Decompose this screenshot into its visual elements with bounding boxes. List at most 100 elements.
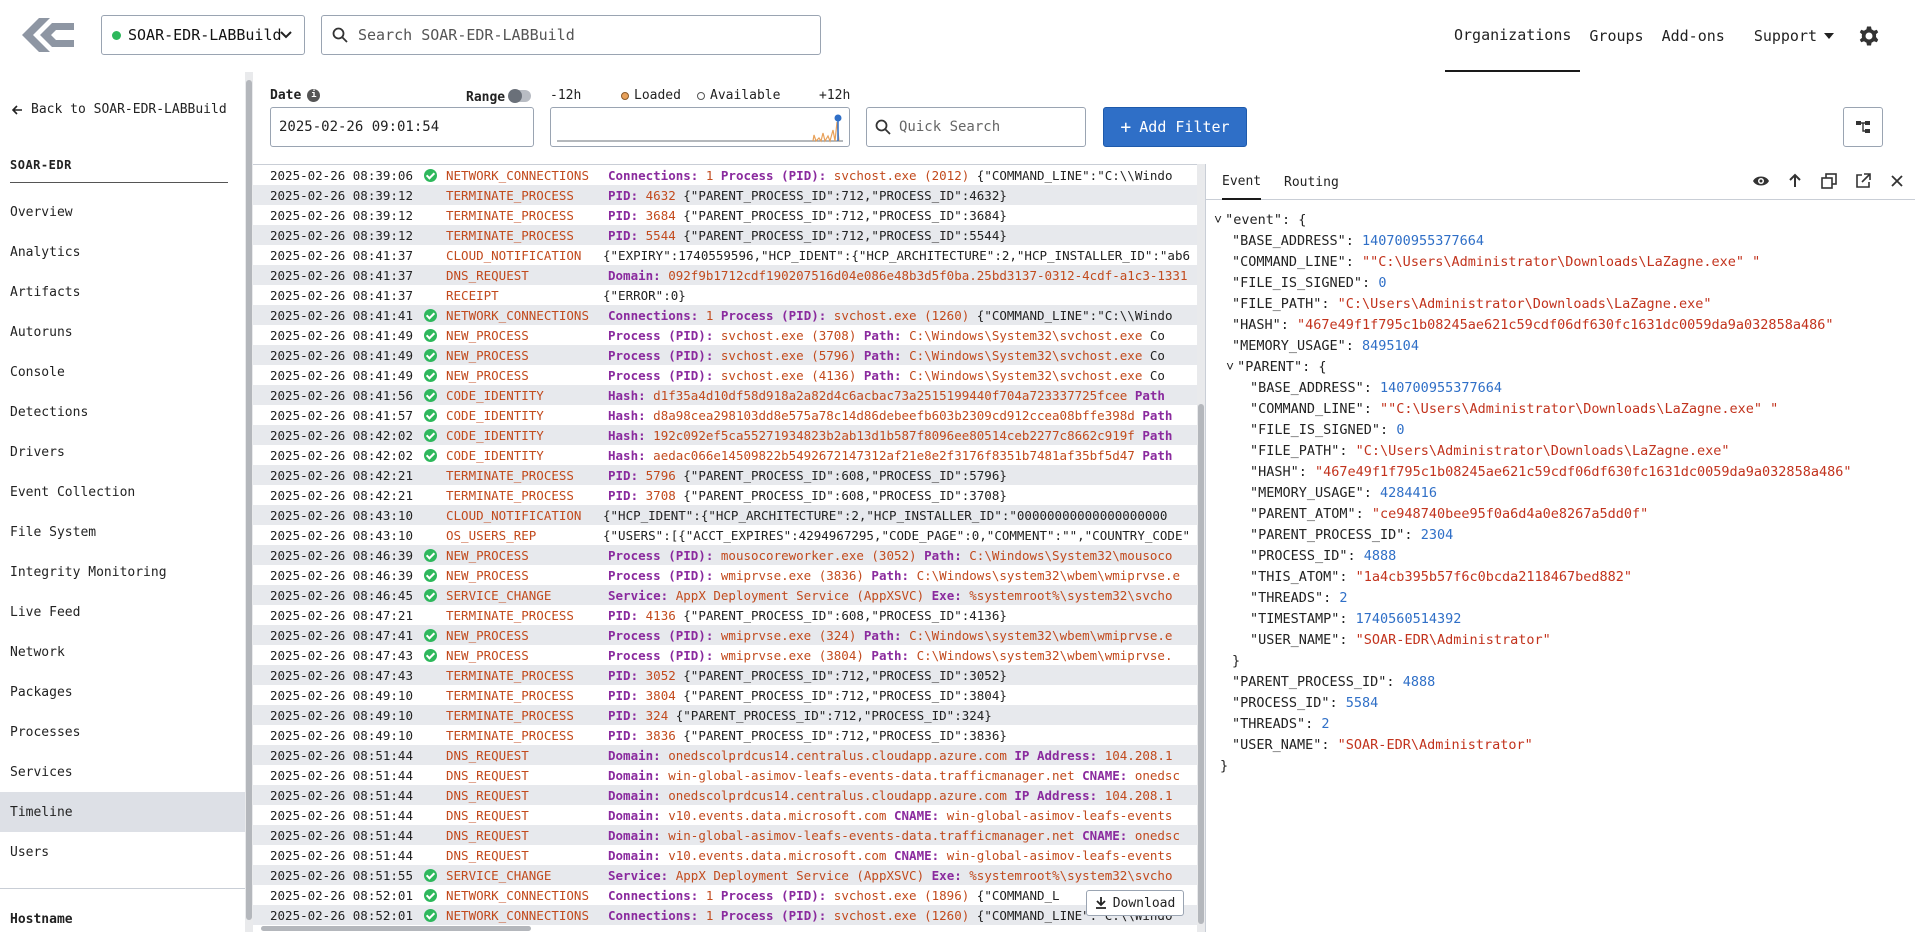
timeline-row[interactable]: 2025-02-26 08:41:37 CLOUD_NOTIFICATION {"E… (253, 245, 1197, 265)
timeline-row[interactable]: 2025-02-26 08:41:37 DNS_REQUEST Domain: 09… (253, 265, 1197, 285)
sidebar-item-services[interactable]: Services (0, 752, 245, 792)
json-key: "FILE_IS_SIGNED": (1232, 275, 1379, 291)
timeline-row[interactable]: 2025-02-26 08:47:41 NEW_PROCESS Process (P… (253, 625, 1197, 645)
scrollbar-thumb[interactable] (1198, 404, 1204, 924)
sidebar-item-users[interactable]: Users (0, 832, 245, 872)
sidebar-item-integrity-monitoring[interactable]: Integrity Monitoring (0, 552, 245, 592)
sidebar-scrollbar[interactable] (245, 72, 253, 932)
timeline-row[interactable]: 2025-02-26 08:41:41 NETWORK_CONNECTIONS Co… (253, 305, 1197, 325)
timeline-row[interactable]: 2025-02-26 08:47:21 TERMINATE_PROCESS PID:… (253, 605, 1197, 625)
timeline-row[interactable]: 2025-02-26 08:39:12 TERMINATE_PROCESS PID:… (253, 225, 1197, 245)
timeline-row[interactable]: 2025-02-26 08:41:56 CODE_IDENTITY Hash: d1… (253, 385, 1197, 405)
json-value: 1740560514392 (1355, 611, 1462, 627)
timeline-row[interactable]: 2025-02-26 08:46:45 SERVICE_CHANGE Service… (253, 585, 1197, 605)
timeline-row[interactable]: 2025-02-26 08:52:01 NETWORK_CONNECTIONS Co… (253, 885, 1197, 905)
nav-groups[interactable]: Groups (1580, 0, 1652, 72)
back-link[interactable]: Back to SOAR-EDR-LABBuild (12, 102, 227, 117)
timeline-row[interactable]: 2025-02-26 08:46:39 NEW_PROCESS Process (P… (253, 545, 1197, 565)
arrow-up-icon[interactable] (1786, 172, 1804, 190)
timeline-row[interactable]: 2025-02-26 08:47:43 NEW_PROCESS Process (P… (253, 645, 1197, 665)
timeline-row[interactable]: 2025-02-26 08:42:02 CODE_IDENTITY Hash: 19… (253, 425, 1197, 445)
row-timestamp: 2025-02-26 08:43:10 (270, 507, 413, 523)
timeline-row[interactable]: 2025-02-26 08:49:10 TERMINATE_PROCESS PID:… (253, 725, 1197, 745)
timeline-row[interactable]: 2025-02-26 08:51:55 SERVICE_CHANGE Service… (253, 865, 1197, 885)
external-link-icon[interactable] (1854, 172, 1872, 190)
scrollbar-thumb[interactable] (261, 926, 531, 931)
process-tree-button[interactable] (1843, 107, 1883, 147)
collapse-toggle-icon[interactable]: ˅ (1214, 212, 1222, 228)
detail-field-value: onedscolprdcus14.centralus.cloudapp.azur… (668, 787, 1007, 803)
timeline-row[interactable]: 2025-02-26 08:41:37 RECEIPT {"ERROR":0} (253, 285, 1197, 305)
nav-support-label: Support (1753, 27, 1818, 45)
eye-icon[interactable] (1752, 172, 1770, 190)
timeline-row[interactable]: 2025-02-26 08:41:49 NEW_PROCESS Process (P… (253, 325, 1197, 345)
event-type: DNS_REQUEST (446, 787, 529, 803)
sidebar-item-drivers[interactable]: Drivers (0, 432, 245, 472)
timeline-row[interactable]: 2025-02-26 08:51:44 DNS_REQUEST Domain: on… (253, 785, 1197, 805)
search-input[interactable] (358, 26, 798, 44)
timeline-row[interactable]: 2025-02-26 08:41:57 CODE_IDENTITY Hash: d8… (253, 405, 1197, 425)
timeline-row[interactable]: 2025-02-26 08:39:12 TERMINATE_PROCESS PID:… (253, 205, 1197, 225)
timeline-row[interactable]: 2025-02-26 08:42:21 TERMINATE_PROCESS PID:… (253, 465, 1197, 485)
collapse-toggle-icon[interactable]: ˅ (1226, 359, 1234, 375)
timeline-row[interactable]: 2025-02-26 08:51:44 DNS_REQUEST Domain: wi… (253, 765, 1197, 785)
gear-icon[interactable] (1857, 24, 1881, 48)
timeline-row[interactable]: 2025-02-26 08:39:12 TERMINATE_PROCESS PID:… (253, 185, 1197, 205)
timeline-scrollbar[interactable] (1197, 164, 1205, 932)
sidebar-item-artifacts[interactable]: Artifacts (0, 272, 245, 312)
quick-search[interactable] (866, 107, 1086, 147)
check-circle-icon (424, 869, 437, 882)
limacharlie-logo[interactable] (14, 10, 76, 60)
timeline-row[interactable]: 2025-02-26 08:49:10 TERMINATE_PROCESS PID:… (253, 705, 1197, 725)
timeline-row[interactable]: 2025-02-26 08:41:49 NEW_PROCESS Process (P… (253, 345, 1197, 365)
timeline-row[interactable]: 2025-02-26 08:51:44 DNS_REQUEST Domain: v1… (253, 845, 1197, 865)
sidebar-item-event-collection[interactable]: Event Collection (0, 472, 245, 512)
range-toggle[interactable] (508, 89, 531, 103)
sensor-selector[interactable]: SOAR-EDR-LABBuild (101, 15, 305, 55)
sidebar-item-live-feed[interactable]: Live Feed (0, 592, 245, 632)
sensor-search[interactable] (321, 15, 821, 55)
copy-icon[interactable] (1820, 172, 1838, 190)
sidebar-item-console[interactable]: Console (0, 352, 245, 392)
timeline-row[interactable]: 2025-02-26 08:51:44 DNS_REQUEST Domain: wi… (253, 825, 1197, 845)
event-histogram[interactable] (550, 107, 850, 147)
timeline-row[interactable]: 2025-02-26 08:46:39 NEW_PROCESS Process (P… (253, 565, 1197, 585)
timeline-list[interactable]: 2025-02-26 08:39:06 NETWORK_CONNECTIONS Co… (253, 164, 1197, 932)
event-type: NETWORK_CONNECTIONS (446, 167, 589, 183)
sidebar-item-file-system[interactable]: File System (0, 512, 245, 552)
sidebar-item-network[interactable]: Network (0, 632, 245, 672)
timeline-row[interactable]: 2025-02-26 08:51:44 DNS_REQUEST Domain: on… (253, 745, 1197, 765)
sidebar-item-packages[interactable]: Packages (0, 672, 245, 712)
sidebar-item-timeline[interactable]: Timeline (0, 792, 245, 832)
sidebar-item-detections[interactable]: Detections (0, 392, 245, 432)
timeline-row[interactable]: 2025-02-26 08:42:02 CODE_IDENTITY Hash: ae… (253, 445, 1197, 465)
sidebar-item-processes[interactable]: Processes (0, 712, 245, 752)
timeline-row[interactable]: 2025-02-26 08:47:43 TERMINATE_PROCESS PID:… (253, 665, 1197, 685)
sidebar-item-analytics[interactable]: Analytics (0, 232, 245, 272)
add-filter-button[interactable]: + Add Filter (1103, 107, 1247, 147)
timeline-row[interactable]: 2025-02-26 08:43:10 OS_USERS_REP {"USERS":… (253, 525, 1197, 545)
timeline-row[interactable]: 2025-02-26 08:39:06 NETWORK_CONNECTIONS Co… (253, 165, 1197, 185)
nav-addons[interactable]: Add-ons (1653, 0, 1734, 72)
timeline-row[interactable]: 2025-02-26 08:41:49 NEW_PROCESS Process (P… (253, 365, 1197, 385)
timeline-row[interactable]: 2025-02-26 08:49:10 TERMINATE_PROCESS PID:… (253, 685, 1197, 705)
timeline-row[interactable]: 2025-02-26 08:51:44 DNS_REQUEST Domain: v1… (253, 805, 1197, 825)
detail-raw: {"PARENT_PROCESS_ID":608,"PROCESS_ID":41… (683, 607, 1007, 623)
tab-event[interactable]: Event (1222, 164, 1262, 200)
quick-search-input[interactable] (899, 119, 1079, 135)
nav-support[interactable]: Support (1734, 0, 1843, 72)
timeline-row[interactable]: 2025-02-26 08:52:01 NETWORK_CONNECTIONS Co… (253, 905, 1197, 925)
info-icon[interactable]: i (307, 89, 321, 102)
sidebar-item-autoruns[interactable]: Autoruns (0, 312, 245, 352)
download-button[interactable]: Download (1086, 890, 1184, 916)
scrollbar-thumb[interactable] (246, 80, 252, 920)
date-input[interactable] (270, 107, 534, 147)
timeline-row[interactable]: 2025-02-26 08:43:10 CLOUD_NOTIFICATION {"H… (253, 505, 1197, 525)
tab-routing[interactable]: Routing (1284, 164, 1339, 200)
nav-organizations[interactable]: Organizations (1445, 0, 1581, 72)
timeline-hscrollbar[interactable] (253, 924, 1197, 932)
close-icon[interactable] (1888, 172, 1906, 190)
timeline-row[interactable]: 2025-02-26 08:42:21 TERMINATE_PROCESS PID:… (253, 485, 1197, 505)
json-line: "USER_NAME": "SOAR-EDR\Administrator" (1232, 737, 1533, 757)
sidebar-item-overview[interactable]: Overview (0, 192, 245, 232)
